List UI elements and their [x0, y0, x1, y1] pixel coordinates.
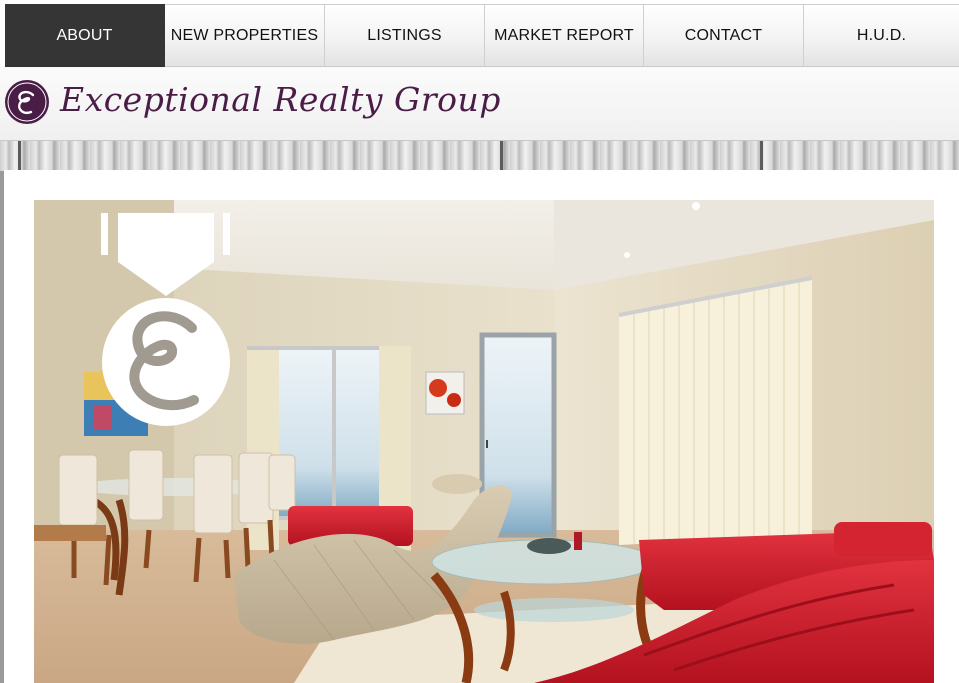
top-navigation: ABOUT NEW PROPERTIES LISTINGS MARKET REP…: [0, 0, 959, 68]
site-header: Exceptional Realty Group: [0, 68, 959, 141]
nav-item-contact[interactable]: CONTACT: [644, 4, 804, 67]
nav-item-market-report[interactable]: MARKET REPORT: [485, 4, 644, 67]
wood-texture-strip: [0, 141, 959, 171]
nav-item-hud[interactable]: H.U.D.: [804, 4, 959, 67]
brand-name[interactable]: Exceptional Realty Group: [60, 80, 501, 119]
nav-item-listings[interactable]: LISTINGS: [325, 4, 485, 67]
brand-logo-icon[interactable]: [5, 80, 49, 124]
hero-living-room-photo: [34, 200, 934, 683]
medal-logo-icon: [101, 213, 230, 426]
nav-item-about[interactable]: ABOUT: [5, 4, 165, 67]
content-panel: [4, 170, 959, 683]
nav-item-new-properties[interactable]: NEW PROPERTIES: [165, 4, 325, 67]
